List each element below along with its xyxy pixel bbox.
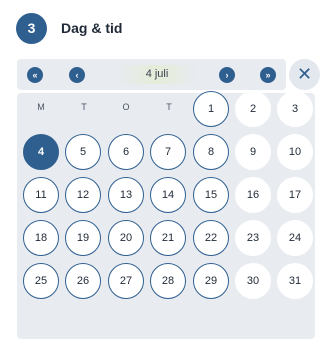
calendar-grid: M T O T F L S 12345678910111213141516171… <box>17 91 315 339</box>
day-cell[interactable]: 11 <box>23 177 59 213</box>
day-cell[interactable]: 13 <box>108 177 144 213</box>
day-cell[interactable]: 6 <box>108 134 144 170</box>
day-cell[interactable]: 21 <box>150 220 186 256</box>
day-cell[interactable]: 30 <box>235 263 271 299</box>
day-cell[interactable]: 29 <box>193 263 229 299</box>
day-cell[interactable]: 3 <box>277 91 313 127</box>
weekday-header: T <box>81 102 87 112</box>
weekday-header: T <box>166 102 172 112</box>
day-cell[interactable]: 23 <box>235 220 271 256</box>
day-cell[interactable]: 10 <box>277 134 313 170</box>
day-cell[interactable]: 27 <box>108 263 144 299</box>
day-cell[interactable]: 15 <box>193 177 229 213</box>
day-cell[interactable]: 9 <box>235 134 271 170</box>
day-cell[interactable]: 26 <box>65 263 101 299</box>
date-time-panel: 3 Dag & tid « ‹ 4 juli › » ✕ M T O T F L… <box>0 0 329 348</box>
day-cell[interactable]: 19 <box>65 220 101 256</box>
day-cell[interactable]: 8 <box>193 134 229 170</box>
next-month-button[interactable]: › <box>219 67 235 83</box>
day-cell[interactable]: 14 <box>150 177 186 213</box>
day-cell[interactable]: 24 <box>277 220 313 256</box>
day-cell[interactable]: 1 <box>193 91 229 127</box>
day-cell[interactable]: 28 <box>150 263 186 299</box>
day-cell[interactable]: 12 <box>65 177 101 213</box>
day-cell[interactable]: 17 <box>277 177 313 213</box>
day-cell[interactable]: 7 <box>150 134 186 170</box>
day-cell[interactable]: 25 <box>23 263 59 299</box>
step-title: Dag & tid <box>61 20 123 36</box>
day-cell[interactable]: 22 <box>193 220 229 256</box>
next-year-button[interactable]: » <box>260 67 276 83</box>
prev-month-button[interactable]: ‹ <box>69 67 85 83</box>
day-cell[interactable]: 31 <box>277 263 313 299</box>
step-header: 3 Dag & tid <box>16 12 122 44</box>
calendar: « ‹ 4 juli › » ✕ M T O T F L S 123456789… <box>17 59 320 339</box>
day-cell[interactable]: 2 <box>235 91 271 127</box>
prev-year-button[interactable]: « <box>27 67 43 83</box>
calendar-nav-bar: « ‹ 4 juli › » <box>17 59 286 90</box>
close-calendar-button[interactable]: ✕ <box>289 59 320 90</box>
day-cell[interactable]: 20 <box>108 220 144 256</box>
weekday-header: M <box>37 102 45 112</box>
current-month-label: 4 juli <box>117 65 197 84</box>
weekday-header: O <box>122 102 130 112</box>
day-cell[interactable]: 16 <box>235 177 271 213</box>
step-number-badge: 3 <box>16 12 47 44</box>
day-cell[interactable]: 18 <box>23 220 59 256</box>
day-cell[interactable]: 5 <box>65 134 101 170</box>
day-cell[interactable]: 4 <box>23 134 59 170</box>
